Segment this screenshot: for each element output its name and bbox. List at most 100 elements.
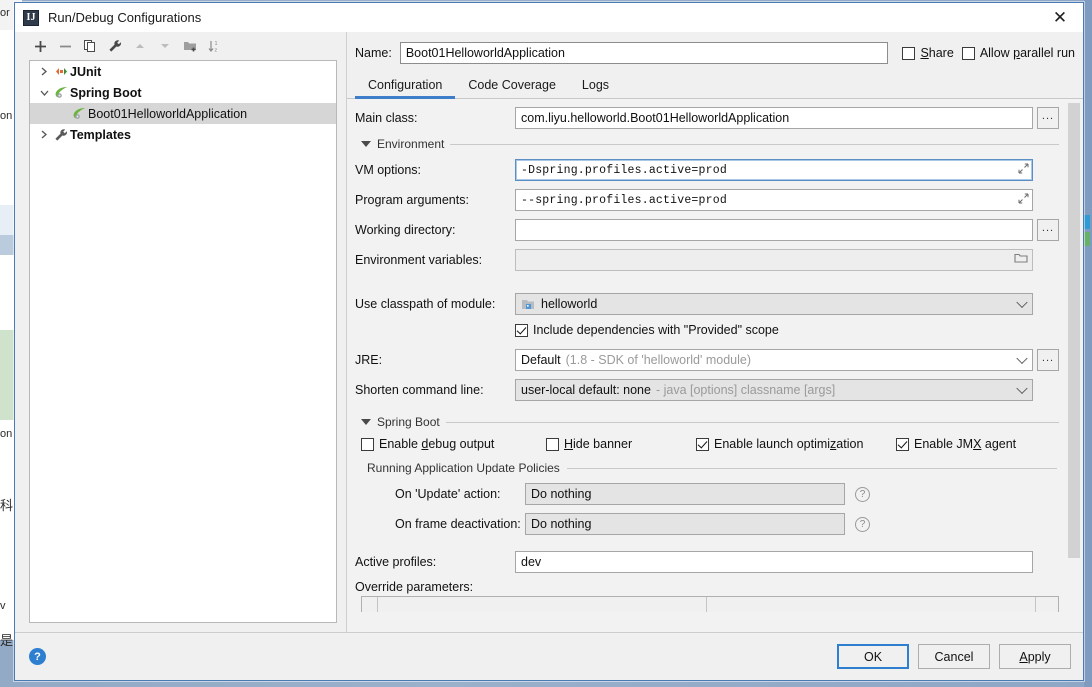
close-icon[interactable]: ✕: [1037, 3, 1083, 32]
tree-item-label: Boot01HelloworldApplication: [88, 106, 248, 121]
include-dependencies-checkbox[interactable]: Include dependencies with "Provided" sco…: [515, 323, 779, 337]
configuration-form: Main class: com.liyu.helloworld.Boot01He…: [347, 99, 1065, 632]
enable-launch-optimization-checkbox[interactable]: Enable launch optimization: [696, 437, 896, 451]
dialog-body: 1 z JUnit Spring Boot Boot01HelloworldAp…: [15, 32, 1083, 632]
shorten-command-line-hint: - java [options] classname [args]: [655, 383, 836, 397]
bg-fragment: [1084, 0, 1092, 687]
tab-logs[interactable]: Logs: [569, 76, 622, 98]
remove-configuration-button[interactable]: [54, 35, 76, 57]
use-classpath-combo[interactable]: helloworld: [515, 293, 1033, 315]
triangle-down-icon[interactable]: [361, 419, 371, 425]
override-parameters-table[interactable]: [361, 596, 1059, 612]
tab-configuration[interactable]: Configuration: [355, 76, 456, 99]
copy-configuration-button[interactable]: [79, 35, 101, 57]
checkbox-box[interactable]: [515, 323, 528, 337]
working-directory-label: Working directory:: [355, 223, 456, 237]
jre-value: Default: [521, 353, 561, 367]
chevron-right-icon[interactable]: [36, 130, 52, 139]
spring-boot-options: Enable debug output Hide banner Enable l…: [361, 437, 1059, 451]
new-folder-button[interactable]: [179, 35, 201, 57]
chevron-down-icon[interactable]: [36, 89, 52, 97]
tree-item-spring-boot[interactable]: Spring Boot: [30, 82, 336, 103]
folder-icon[interactable]: [1014, 253, 1028, 268]
chevron-down-icon[interactable]: [1016, 382, 1028, 395]
form-scrollbar[interactable]: [1067, 99, 1081, 632]
dialog-title: Run/Debug Configurations: [48, 10, 202, 25]
checkbox-box[interactable]: [546, 437, 559, 451]
jre-combo[interactable]: Default (1.8 - SDK of 'helloworld' modul…: [515, 349, 1033, 371]
spring-boot-icon: [70, 107, 88, 120]
help-icon[interactable]: ?: [855, 486, 870, 502]
sort-configurations-button[interactable]: 1 z: [204, 35, 226, 57]
on-frame-deactivation-value: Do nothing: [531, 517, 592, 531]
checkbox-box[interactable]: [902, 46, 916, 60]
working-directory-browse-button[interactable]: ...: [1037, 219, 1059, 241]
hide-banner-checkbox[interactable]: Hide banner: [546, 437, 696, 451]
edit-templates-button[interactable]: [104, 35, 126, 57]
vm-options-input[interactable]: -Dspring.profiles.active=prod: [515, 159, 1033, 181]
share-checkbox[interactable]: Share: [902, 46, 954, 60]
table-column-header[interactable]: [378, 597, 707, 612]
configurations-tree[interactable]: JUnit Spring Boot Boot01HelloworldApplic…: [29, 60, 337, 623]
checkbox-box[interactable]: [961, 46, 975, 60]
cancel-button[interactable]: Cancel: [918, 644, 990, 669]
enable-launch-optimization-label: Enable launch optimization: [714, 437, 864, 451]
use-classpath-value: helloworld: [541, 297, 598, 311]
move-down-button[interactable]: [154, 35, 176, 57]
enable-debug-output-checkbox[interactable]: Enable debug output: [361, 437, 546, 451]
checkbox-box[interactable]: [696, 437, 709, 451]
active-profiles-input[interactable]: dev: [515, 551, 1033, 573]
triangle-down-icon[interactable]: [361, 141, 371, 147]
working-directory-combo[interactable]: [515, 219, 1033, 241]
divider: [566, 467, 1057, 469]
chevron-right-icon[interactable]: [36, 67, 52, 76]
enable-jmx-agent-checkbox[interactable]: Enable JMX agent: [896, 437, 1016, 451]
add-configuration-button[interactable]: [29, 35, 51, 57]
chevron-down-icon[interactable]: [1016, 296, 1028, 309]
table-column-header[interactable]: [707, 597, 1036, 612]
expand-icon[interactable]: [1018, 193, 1029, 207]
chevron-down-icon[interactable]: [1016, 352, 1028, 365]
table-column-header[interactable]: [1036, 597, 1058, 612]
svg-text:z: z: [215, 48, 218, 54]
scrollbar-thumb[interactable]: [1068, 103, 1080, 558]
tree-item-junit[interactable]: JUnit: [30, 61, 336, 82]
on-update-action-combo[interactable]: Do nothing: [525, 483, 845, 505]
checkbox-box[interactable]: [896, 437, 909, 451]
vm-options-row: VM options: -Dspring.profiles.active=pro…: [355, 159, 1059, 181]
allow-parallel-run-label: Allow parallel run: [979, 46, 1075, 60]
help-button[interactable]: ?: [29, 648, 46, 665]
program-arguments-input[interactable]: --spring.profiles.active=prod: [515, 189, 1033, 211]
main-class-row: Main class: com.liyu.helloworld.Boot01He…: [355, 107, 1059, 129]
name-input[interactable]: [399, 42, 889, 64]
environment-group-header: Environment: [361, 137, 1059, 151]
tab-code-coverage[interactable]: Code Coverage: [455, 76, 569, 98]
main-class-input[interactable]: com.liyu.helloworld.Boot01HelloworldAppl…: [515, 107, 1033, 129]
shorten-command-line-row: Shorten command line: user-local default…: [355, 379, 1059, 401]
environment-variables-label: Environment variables:: [355, 253, 483, 267]
ok-button[interactable]: OK: [837, 644, 909, 669]
apply-button[interactable]: Apply: [999, 644, 1071, 669]
expand-icon[interactable]: [1018, 163, 1029, 177]
help-icon[interactable]: ?: [855, 516, 870, 532]
tree-item-boot01helloworldapplication[interactable]: Boot01HelloworldApplication: [30, 103, 336, 124]
table-corner: [362, 597, 378, 612]
move-up-button[interactable]: [129, 35, 151, 57]
jre-hint: (1.8 - SDK of 'helloworld' module): [565, 353, 752, 367]
tree-item-templates[interactable]: Templates: [30, 124, 336, 145]
shorten-command-line-combo[interactable]: user-local default: none - java [options…: [515, 379, 1033, 401]
on-frame-deactivation-row: On frame deactivation: Do nothing ?: [355, 513, 1059, 535]
on-update-action-label: On 'Update' action:: [395, 487, 501, 501]
share-label: Share: [920, 46, 954, 60]
use-classpath-label: Use classpath of module:: [355, 297, 496, 311]
shorten-command-line-value: user-local default: none: [521, 383, 651, 397]
on-frame-deactivation-combo[interactable]: Do nothing: [525, 513, 845, 535]
jre-browse-button[interactable]: ...: [1037, 349, 1059, 371]
on-update-action-row: On 'Update' action: Do nothing ?: [355, 483, 1059, 505]
shorten-command-line-label: Shorten command line:: [355, 383, 484, 397]
environment-variables-input[interactable]: [515, 249, 1033, 271]
allow-parallel-run-checkbox[interactable]: Allow parallel run: [961, 46, 1075, 60]
main-class-browse-button[interactable]: ...: [1037, 107, 1059, 129]
jre-row: JRE: Default (1.8 - SDK of 'helloworld' …: [355, 349, 1059, 371]
checkbox-box[interactable]: [361, 437, 374, 451]
